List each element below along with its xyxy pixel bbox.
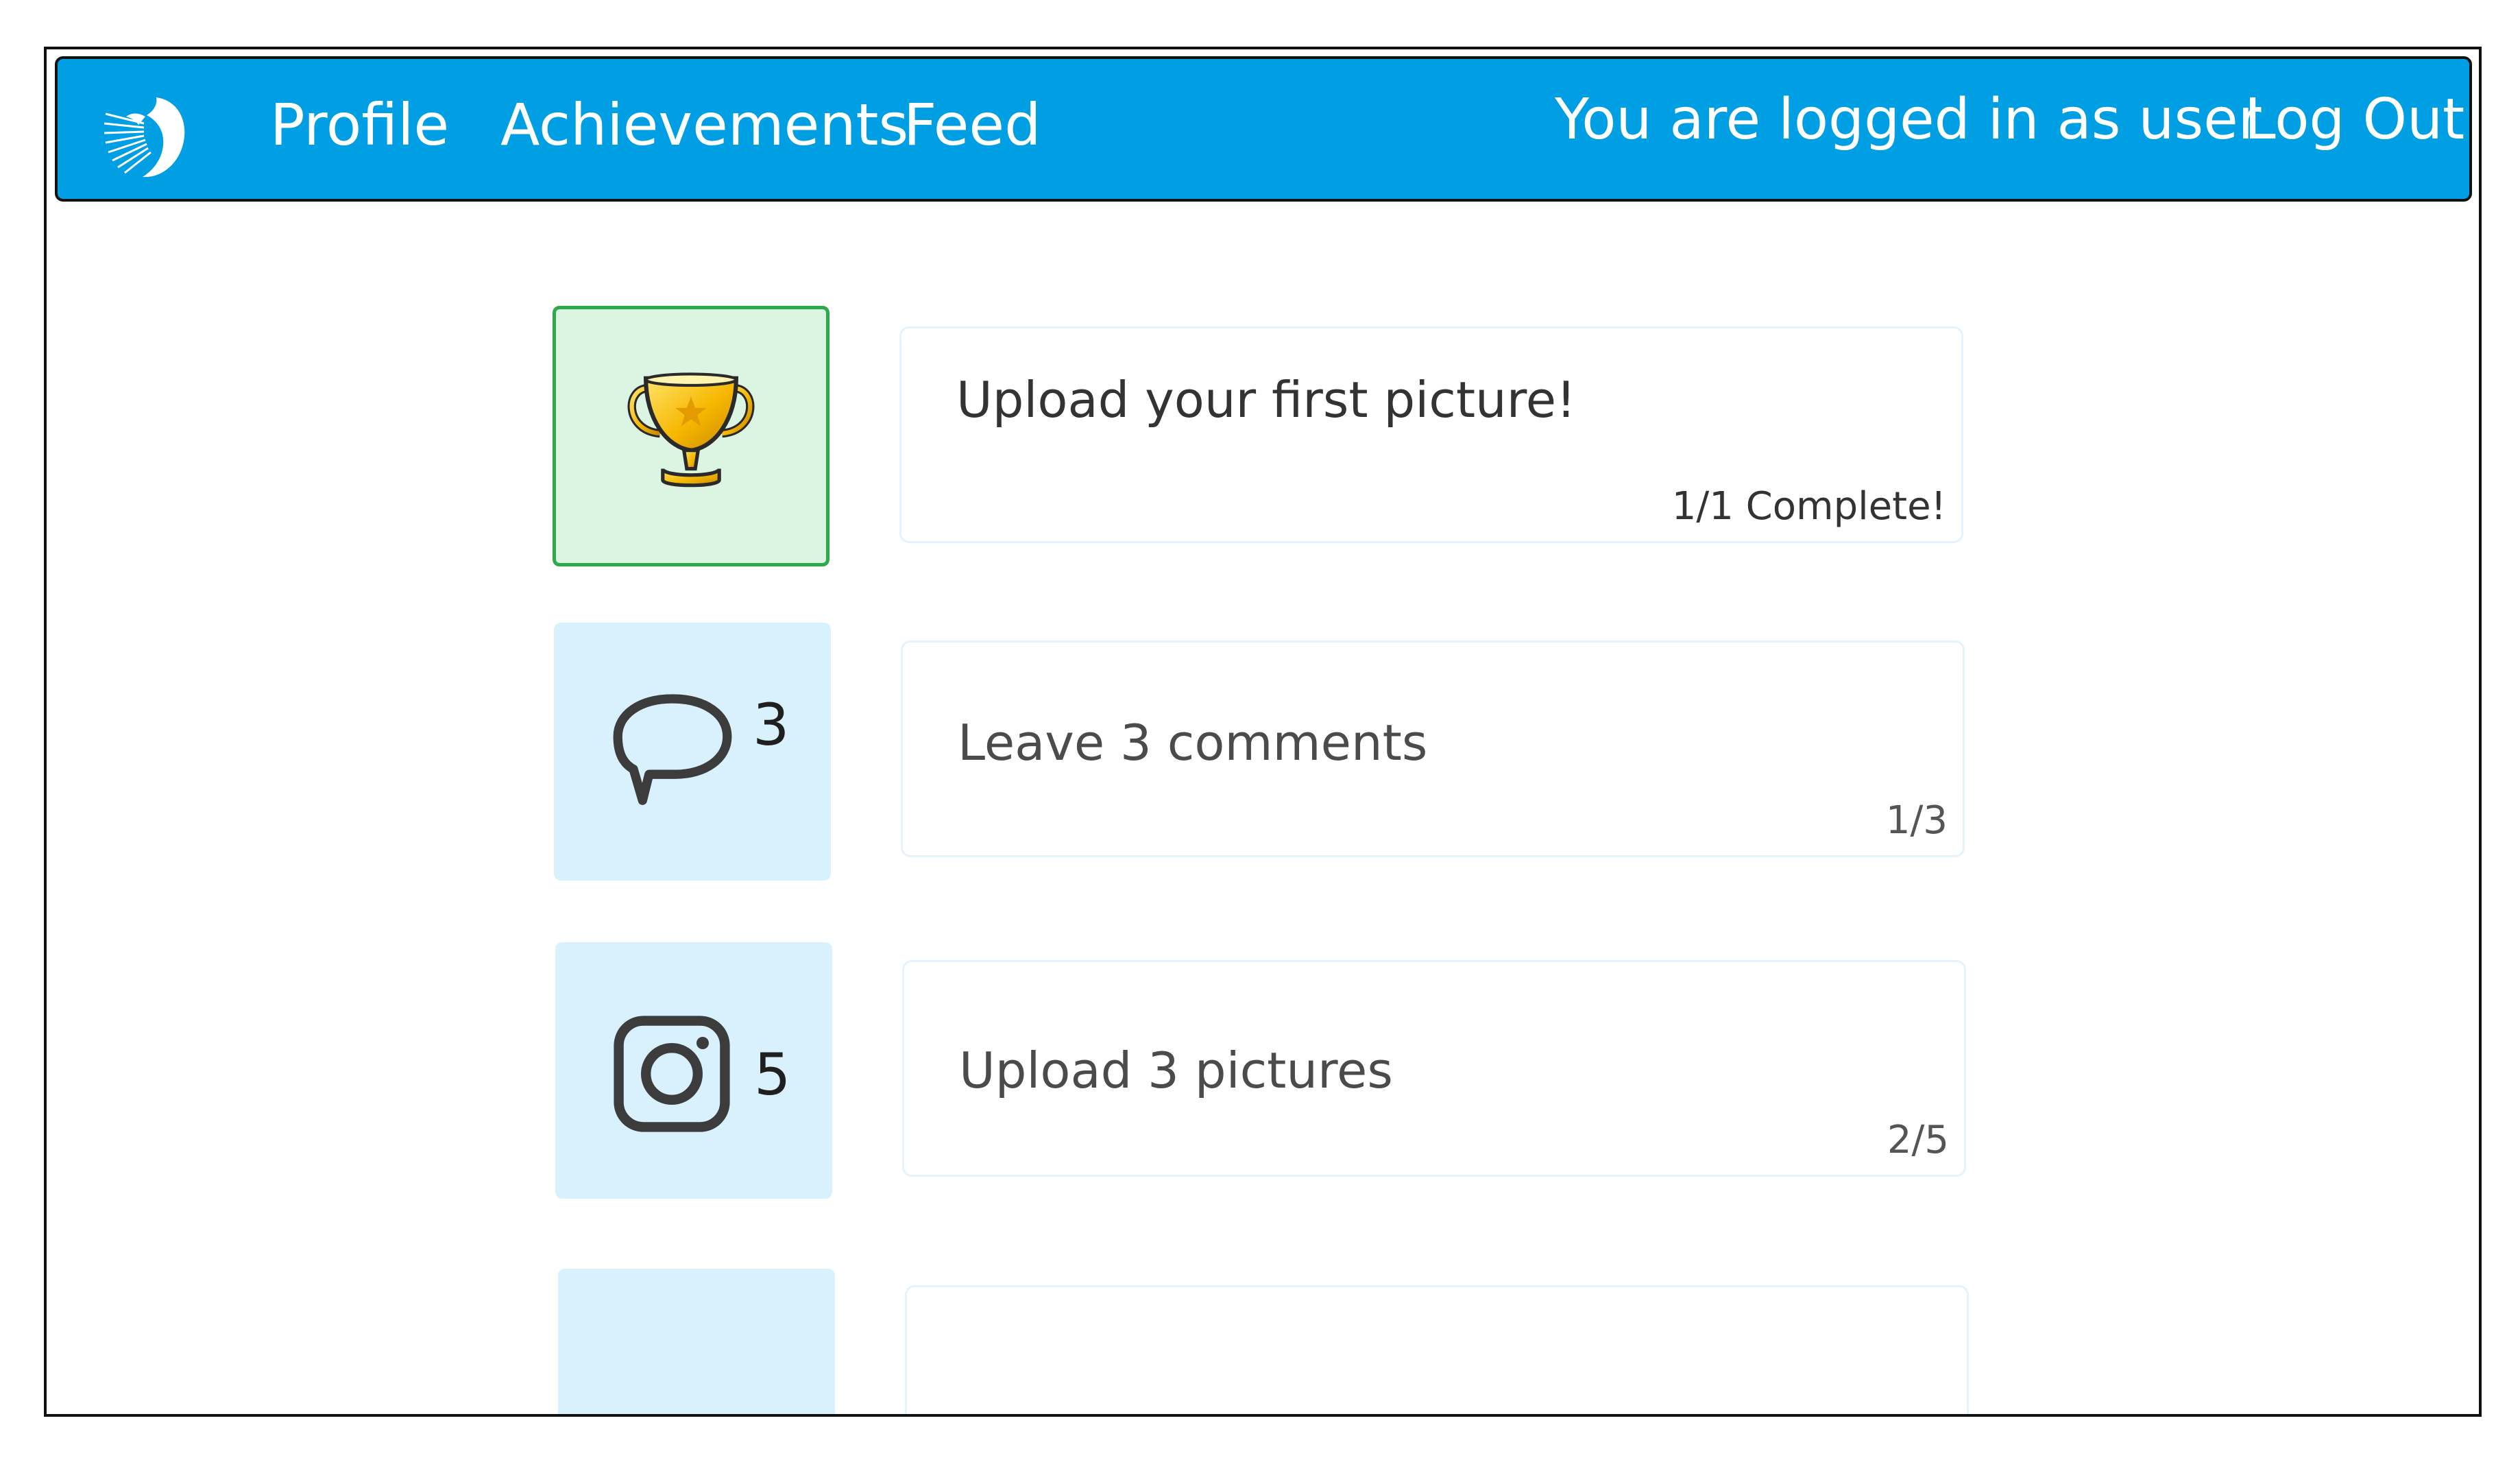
- trophy-icon: [627, 372, 755, 488]
- achievement-icon-tile-completed: [553, 306, 829, 566]
- achievement-title: Upload your first picture!: [956, 371, 1576, 429]
- logout-link[interactable]: Log Out: [2244, 86, 2464, 154]
- achievement-card[interactable]: [905, 1285, 1969, 1414]
- nav-profile-link[interactable]: Profile: [270, 91, 449, 160]
- achievement-badge-count: 3: [753, 691, 790, 758]
- app-window: Profile Achievements Feed You are logged…: [44, 47, 2482, 1417]
- achievement-card[interactable]: Upload 3 pictures 2/5: [902, 960, 1966, 1177]
- camera-icon: [614, 1016, 730, 1132]
- achievement-progress: 1/3: [1885, 798, 1948, 843]
- achievement-icon-tile: [558, 1269, 835, 1414]
- bird-logo-icon[interactable]: [103, 93, 192, 182]
- nav-achievements-link[interactable]: Achievements: [500, 91, 908, 160]
- speech-bubble-icon: [613, 694, 732, 805]
- top-navbar: Profile Achievements Feed You are logged…: [55, 56, 2472, 202]
- achievement-title: Leave 3 comments: [958, 714, 1428, 771]
- login-status-text: You are logged in as user: [1555, 87, 2262, 152]
- achievement-title: Upload 3 pictures: [959, 1042, 1393, 1099]
- achievement-card[interactable]: Upload your first picture! 1/1 Complete!: [899, 326, 1963, 543]
- nav-feed-link[interactable]: Feed: [904, 91, 1041, 160]
- achievement-progress: 2/5: [1887, 1118, 1949, 1162]
- achievement-icon-tile: 5: [555, 942, 832, 1199]
- achievement-card[interactable]: Leave 3 comments 1/3: [901, 640, 1965, 857]
- achievement-progress: 1/1 Complete!: [1671, 484, 1946, 529]
- achievement-badge-count: 5: [754, 1041, 791, 1108]
- achievement-icon-tile: 3: [554, 623, 831, 881]
